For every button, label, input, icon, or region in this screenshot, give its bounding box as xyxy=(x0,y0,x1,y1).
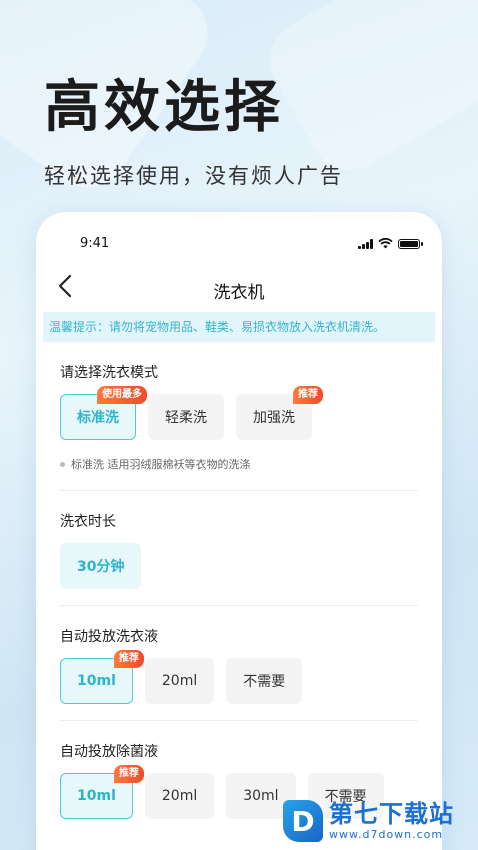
section-title: 洗衣时长 xyxy=(60,514,116,530)
disinfectant-option[interactable]: 20ml xyxy=(144,773,215,819)
detergent-option[interactable]: 20ml xyxy=(144,658,215,704)
detergent-option[interactable]: 不需要 xyxy=(226,658,303,704)
battery-icon xyxy=(398,238,423,249)
detergent-option[interactable]: 10ml 推荐 xyxy=(60,650,144,704)
status-bar: 9:41 xyxy=(36,212,442,264)
watermark-logo: D xyxy=(283,800,323,842)
bullet-icon xyxy=(60,461,65,467)
mode-section: 请选择洗衣模式 标准洗 使用最多 轻柔洗 加强洗 推荐 标准洗 适用羽绒服棉袄等… xyxy=(60,342,418,491)
notice-banner: 温馨提示：请勿将宠物用品、鞋类、易损衣物放入洗衣机清洗。 xyxy=(43,312,435,342)
detergent-section: 自动投放洗衣液 10ml 推荐 20ml 不需要 xyxy=(60,606,418,721)
disinfectant-option[interactable]: 10ml 推荐 xyxy=(60,765,144,819)
phone-screen: 9:41 洗衣机 温馨提示：请勿将宠物用品、鞋类、易损衣物放入洗衣机清洗。 请选… xyxy=(36,212,442,850)
section-title: 自动投放除菌液 xyxy=(60,744,158,760)
watermark-name: 第七下载站 xyxy=(329,800,454,829)
duration-section: 洗衣时长 30分钟 xyxy=(60,491,418,606)
nav-bar: 洗衣机 xyxy=(36,264,442,312)
badge: 使用最多 xyxy=(97,386,147,404)
background-decoration xyxy=(255,0,478,185)
mode-option[interactable]: 轻柔洗 xyxy=(148,394,224,440)
badge: 推荐 xyxy=(293,386,323,404)
mode-options: 标准洗 使用最多 轻柔洗 加强洗 推荐 xyxy=(60,386,418,456)
hero-subtitle: 轻松选择使用，没有烦人广告 xyxy=(44,164,343,188)
duration-option[interactable]: 30分钟 xyxy=(60,543,142,589)
status-time: 9:41 xyxy=(80,236,110,251)
page-title: 洗衣机 xyxy=(213,283,265,303)
mode-option[interactable]: 加强洗 推荐 xyxy=(236,386,323,440)
mode-hint: 标准洗 适用羽绒服棉袄等衣物的洗涤 xyxy=(60,456,418,490)
badge: 推荐 xyxy=(113,650,144,668)
watermark-url: www.d7down.com xyxy=(329,827,444,841)
badge: 推荐 xyxy=(113,765,144,783)
wifi-icon xyxy=(378,238,393,249)
watermark: D 第七下载站 www.d7down.com xyxy=(283,800,454,842)
hero-title: 高效选择 xyxy=(44,75,284,140)
mode-option[interactable]: 标准洗 使用最多 xyxy=(60,386,147,440)
signal-icon xyxy=(358,238,373,249)
section-title: 自动投放洗衣液 xyxy=(60,629,158,645)
